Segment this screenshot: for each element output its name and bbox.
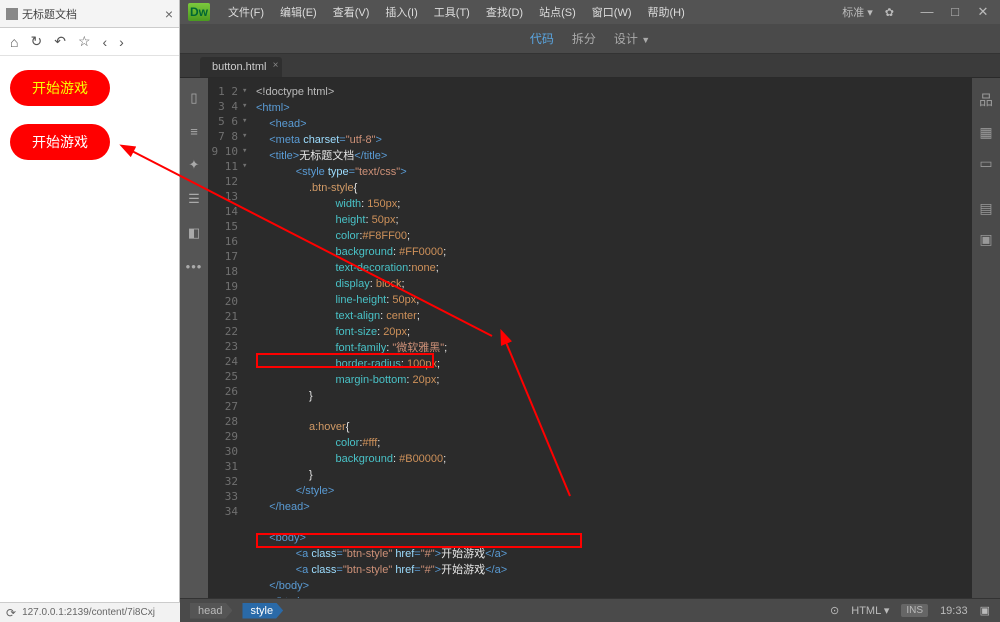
preview-button-1[interactable]: 开始游戏 [10, 70, 110, 106]
maximize-button[interactable]: □ [946, 4, 964, 20]
menu-item[interactable]: 窗口(W) [584, 7, 640, 19]
code-area[interactable]: <!doctype html> <html> <head> <meta char… [256, 84, 972, 598]
browser-status-bar: ⟳ 127.0.0.1:2139/content/7i8Cxj [0, 602, 180, 622]
panel-icon[interactable]: ▭ [979, 155, 992, 172]
browser-tab-title: 无标题文档 [22, 6, 77, 22]
browser-preview-pane: 无标题文档 × ⌂ ↻ ↶ ☆ ‹ › 开始游戏 开始游戏 ⟳ 127.0.0.… [0, 0, 180, 622]
fold-column[interactable]: ▾ ▾ ▾ ▾ ▾ ▾ [242, 84, 254, 174]
file-tab-button-html[interactable]: button.html × [200, 57, 282, 77]
panel-icon[interactable]: ▣ [979, 231, 992, 248]
rail-icon[interactable]: ≡ [190, 124, 198, 139]
view-split-tab[interactable]: 拆分 [572, 30, 596, 47]
page-icon [6, 8, 18, 20]
forward-icon[interactable]: › [119, 34, 124, 50]
minimize-button[interactable]: — [918, 4, 936, 20]
reload-icon[interactable]: ↻ [30, 33, 42, 50]
menu-item[interactable]: 文件(F) [220, 7, 272, 19]
overflow-icon[interactable]: ▣ [980, 604, 990, 617]
file-tab-row: button.html × [180, 54, 1000, 78]
favorite-icon[interactable]: ☆ [78, 33, 91, 50]
language-label[interactable]: HTML ▾ [851, 604, 889, 617]
close-icon[interactable]: × [165, 6, 173, 22]
rail-icon[interactable]: ◧ [188, 225, 200, 241]
view-code-tab[interactable]: 代码 [530, 30, 554, 47]
window-controls: — □ ✕ [918, 4, 992, 20]
browser-nav-bar: ⌂ ↻ ↶ ☆ ‹ › [0, 28, 179, 56]
menu-item[interactable]: 插入(I) [377, 7, 425, 19]
dw-logo-icon: Dw [188, 3, 210, 21]
menu-item[interactable]: 编辑(E) [272, 7, 325, 19]
bottom-status-bar: head style ⊙ HTML ▾ INS 19:33 ▣ [180, 598, 1000, 622]
rail-icon[interactable]: ▯ [190, 90, 197, 106]
document-toolbar: 代码 拆分 设计 ▼ [180, 24, 1000, 54]
status-url: 127.0.0.1:2139/content/7i8Cxj [22, 607, 155, 618]
clock-label: 19:33 [940, 605, 968, 617]
breadcrumb-style[interactable]: style [242, 603, 283, 619]
rail-icon[interactable]: ••• [186, 259, 203, 274]
menu-bar: Dw 文件(F)编辑(E)查看(V)插入(I)工具(T)查找(D)站点(S)窗口… [180, 0, 1000, 24]
menu-item[interactable]: 站点(S) [531, 7, 584, 19]
panel-icon[interactable]: ▦ [979, 124, 992, 141]
settings-icon[interactable]: ✿ [885, 6, 894, 19]
file-tab-label: button.html [212, 61, 266, 73]
line-number-gutter: 1 2 3 4 5 6 7 8 9 10 11 12 13 14 15 16 1… [208, 84, 242, 519]
view-design-tab[interactable]: 设计 ▼ [614, 30, 650, 47]
panel-icon[interactable]: ▤ [979, 200, 992, 217]
panel-icon[interactable]: 品 [979, 90, 993, 110]
right-icon-rail: 品 ▦ ▭ ▤ ▣ [972, 78, 1000, 598]
close-button[interactable]: ✕ [974, 4, 992, 20]
code-editor[interactable]: 1 2 3 4 5 6 7 8 9 10 11 12 13 14 15 16 1… [208, 78, 972, 598]
back-icon[interactable]: ‹ [103, 34, 108, 50]
status-reload-icon[interactable]: ⟳ [6, 606, 16, 620]
close-icon[interactable]: × [273, 60, 279, 71]
breadcrumb-head[interactable]: head [190, 603, 232, 619]
undo-icon[interactable]: ↶ [54, 33, 66, 50]
rail-icon[interactable]: ☰ [188, 191, 200, 207]
home-icon[interactable]: ⌂ [10, 34, 18, 50]
left-icon-rail: ▯ ≡ ✦ ☰ ◧ ••• [180, 78, 208, 598]
menu-item[interactable]: 帮助(H) [640, 7, 693, 19]
preview-body: 开始游戏 开始游戏 [0, 56, 179, 192]
browser-tab-bar: 无标题文档 × [0, 0, 179, 28]
work-area: ▯ ≡ ✦ ☰ ◧ ••• 1 2 3 4 5 6 7 8 9 10 11 12 13 1… [180, 78, 1000, 598]
error-indicator-icon[interactable]: ⊙ [830, 604, 839, 617]
layout-mode-label[interactable]: 标准 ▾ [842, 4, 873, 20]
menu-item[interactable]: 查找(D) [478, 7, 531, 19]
dreamweaver-app: Dw 文件(F)编辑(E)查看(V)插入(I)工具(T)查找(D)站点(S)窗口… [180, 0, 1000, 622]
menu-item[interactable]: 查看(V) [325, 7, 378, 19]
rail-icon[interactable]: ✦ [189, 157, 200, 173]
preview-button-2[interactable]: 开始游戏 [10, 124, 110, 160]
menu-item[interactable]: 工具(T) [426, 7, 478, 19]
insert-mode-badge[interactable]: INS [901, 604, 928, 617]
